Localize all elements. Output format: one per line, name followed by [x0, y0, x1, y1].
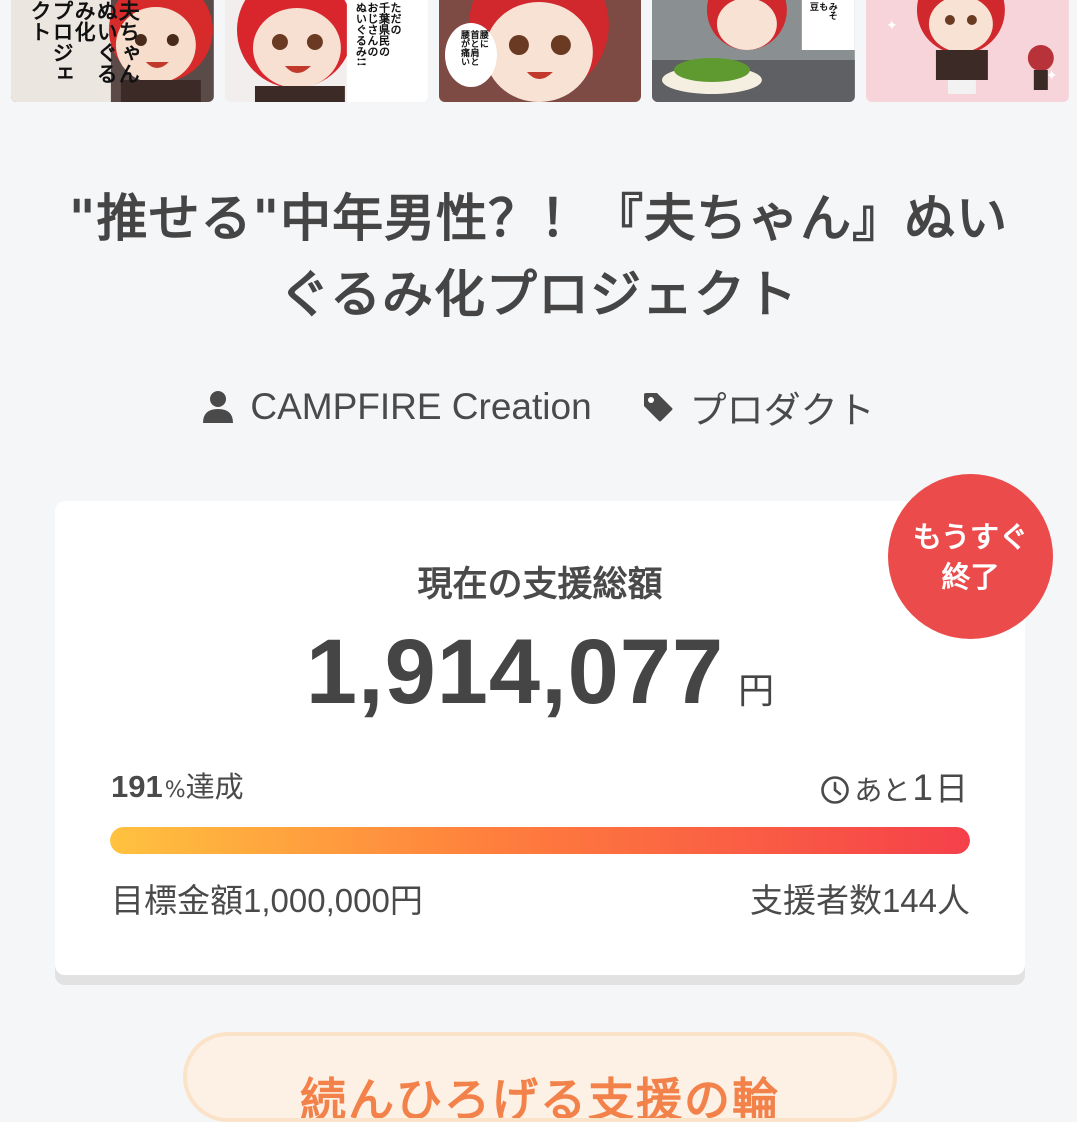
- owner-link[interactable]: CAMPFIRE Creation: [202, 386, 592, 428]
- ending-soon-badge: もうすぐ 終了: [888, 474, 1053, 639]
- funding-progress-bar: [110, 827, 970, 854]
- thumbnail-strip: 夫ちゃん ぬいぐるみ化 プロジェクト ただの 千葉県民の おじさんの ぬいぐるみ!! 腰に…: [11, 0, 1069, 102]
- thumbnail-1-caption: 夫ちゃん ぬいぐるみ化 プロジェクト: [28, 0, 142, 84]
- backers-unit: 人: [937, 881, 970, 920]
- thumbnail-5[interactable]: ✦ ✦: [866, 0, 1069, 102]
- support-cta-label: 続んひろげる支援の輪: [300, 1073, 780, 1122]
- thumbnail-4-caption: みそも豆: [807, 2, 837, 20]
- achievement-percent-sign: %: [164, 778, 186, 803]
- thumbnail-2[interactable]: ただの 千葉県民の おじさんの ぬいぐるみ!!: [224, 0, 428, 102]
- category-name: プロダクト: [689, 390, 875, 431]
- thumbnail-3[interactable]: 腰に 首と肩と 腰が痛い: [438, 0, 642, 102]
- thumbnail-2-caption: ただの 千葉県民の おじさんの ぬいぐるみ!!: [354, 2, 402, 67]
- remaining-prefix: あと: [854, 774, 911, 807]
- remaining-unit: 日: [935, 769, 968, 808]
- goal-value: 1,000,000: [243, 882, 390, 919]
- total-amount-currency: 円: [738, 671, 775, 712]
- person-icon: [203, 391, 234, 423]
- achievement-suffix: 達成: [185, 770, 244, 804]
- goal-amount: 目標金額1,000,000円: [111, 874, 423, 922]
- total-amount: 1,914,077 円: [55, 620, 1025, 725]
- funding-progress-fill: [110, 827, 970, 854]
- ending-badge-line1: もうすぐ: [912, 519, 1029, 554]
- total-amount-value: 1,914,077: [305, 621, 725, 723]
- backers-value: 144: [881, 882, 937, 919]
- thumbnail-1[interactable]: 夫ちゃん ぬいぐるみ化 プロジェクト: [11, 0, 214, 102]
- ending-badge-line2: 終了: [941, 559, 1000, 594]
- goal-unit: 円: [389, 881, 423, 920]
- time-remaining: あと 1 日: [820, 762, 968, 810]
- owner-name: CAMPFIRE Creation: [250, 386, 592, 427]
- total-amount-label: 現在の支援総額: [417, 565, 663, 605]
- achievement-rate: 191 % 達成: [111, 764, 244, 806]
- support-cta-button[interactable]: 続んひろげる支援の輪: [183, 1032, 897, 1122]
- project-meta: CAMPFIRE Creation プロダクト: [0, 380, 1077, 434]
- project-title: "推せる"中年男性？！『夫ちゃん』ぬいぐるみ化プロジェクト: [68, 190, 1009, 325]
- thumbnail-5-image: ✦ ✦: [866, 0, 1069, 102]
- achievement-percent: 191: [111, 769, 163, 804]
- thumbnail-3-caption: 腰に 首と肩と 腰が痛い: [459, 30, 488, 66]
- clock-icon: [821, 776, 850, 804]
- backers-label: 支援者数: [749, 881, 882, 920]
- goal-label: 目標金額: [111, 881, 243, 920]
- category-link[interactable]: プロダクト: [642, 380, 875, 434]
- backer-count: 支援者数144人: [750, 874, 970, 922]
- tag-icon: [643, 393, 673, 422]
- svg-text:✦: ✦: [886, 18, 898, 34]
- remaining-days: 1: [912, 767, 933, 808]
- thumbnail-4[interactable]: みそも豆: [652, 0, 856, 102]
